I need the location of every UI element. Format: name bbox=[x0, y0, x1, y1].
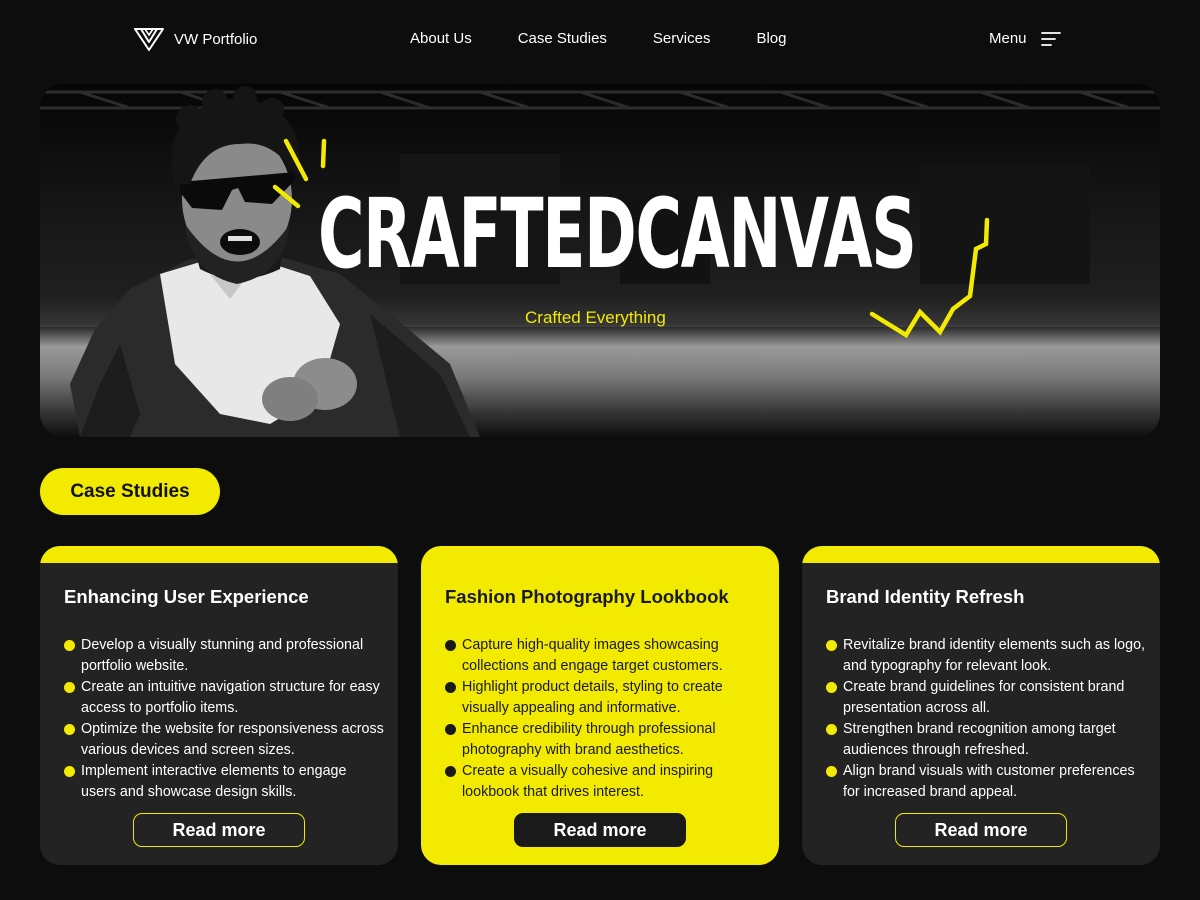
bullet-dot-icon bbox=[64, 682, 75, 693]
list-item: Strengthen brand recognition among targe… bbox=[826, 719, 1146, 761]
case-study-card-fashion-lookbook: Fashion Photography Lookbook Capture hig… bbox=[421, 546, 779, 865]
hamburger-menu-icon bbox=[1040, 31, 1061, 46]
nav-links: About Us Case Studies Services Blog bbox=[410, 30, 786, 47]
bullet-dot-icon bbox=[826, 682, 837, 693]
list-item: Enhance credibility through professional… bbox=[445, 719, 765, 761]
menu-button[interactable]: Menu bbox=[989, 30, 1061, 47]
hero-subtitle: Crafted Everything bbox=[525, 308, 666, 327]
bullet-dot-icon bbox=[826, 640, 837, 651]
card-title: Brand Identity Refresh bbox=[826, 586, 1025, 607]
case-study-card-brand-identity: Brand Identity Refresh Revitalize brand … bbox=[802, 546, 1160, 865]
bullet-dot-icon bbox=[64, 766, 75, 777]
bullet-dot-icon bbox=[445, 724, 456, 735]
card-title: Fashion Photography Lookbook bbox=[445, 586, 729, 607]
nav-link-about-us[interactable]: About Us bbox=[410, 30, 472, 47]
bullet-dot-icon bbox=[445, 766, 456, 777]
bullet-dot-icon bbox=[64, 640, 75, 651]
list-item-text: Enhance credibility through professional… bbox=[462, 721, 716, 758]
list-item-text: Create a visually cohesive and inspiring… bbox=[462, 763, 714, 800]
logo[interactable]: VW Portfolio bbox=[134, 26, 257, 52]
menu-label: Menu bbox=[989, 30, 1027, 47]
nav-link-case-studies[interactable]: Case Studies bbox=[518, 30, 607, 47]
list-item: Optimize the website for responsiveness … bbox=[64, 719, 384, 761]
bullet-dot-icon bbox=[826, 766, 837, 777]
nav-link-blog[interactable]: Blog bbox=[756, 30, 786, 47]
list-item-text: Create brand guidelines for consistent b… bbox=[843, 679, 1125, 716]
list-item-text: Strengthen brand recognition among targe… bbox=[843, 721, 1116, 758]
bullet-dot-icon bbox=[826, 724, 837, 735]
list-item-text: Capture high-quality images showcasing c… bbox=[462, 637, 723, 674]
logo-text: VW Portfolio bbox=[174, 30, 258, 48]
list-item: Revitalize brand identity elements such … bbox=[826, 635, 1146, 677]
card-title: Enhancing User Experience bbox=[64, 586, 309, 607]
top-navigation: VW Portfolio About Us Case Studies Servi… bbox=[0, 0, 1200, 80]
hero-banner: CRAFTEDCANVAS Crafted Everything bbox=[40, 84, 1160, 437]
bullet-dot-icon bbox=[445, 640, 456, 651]
case-studies-heading-pill[interactable]: Case Studies bbox=[40, 468, 220, 515]
list-item-text: Optimize the website for responsiveness … bbox=[81, 721, 384, 758]
nav-link-services[interactable]: Services bbox=[653, 30, 711, 47]
read-more-button[interactable]: Read more bbox=[895, 813, 1067, 847]
list-item: Implement interactive elements to engage… bbox=[64, 761, 384, 803]
list-item: Highlight product details, styling to cr… bbox=[445, 677, 765, 719]
card-bullet-list: Capture high-quality images showcasing c… bbox=[445, 635, 765, 803]
list-item-text: Implement interactive elements to engage… bbox=[81, 763, 347, 800]
list-item: Develop a visually stunning and professi… bbox=[64, 635, 384, 677]
card-bullet-list: Revitalize brand identity elements such … bbox=[826, 635, 1146, 803]
list-item-text: Develop a visually stunning and professi… bbox=[81, 637, 364, 674]
list-item: Align brand visuals with customer prefer… bbox=[826, 761, 1146, 803]
list-item: Capture high-quality images showcasing c… bbox=[445, 635, 765, 677]
list-item-text: Revitalize brand identity elements such … bbox=[843, 637, 1145, 674]
bullet-dot-icon bbox=[445, 682, 456, 693]
list-item-text: Align brand visuals with customer prefer… bbox=[843, 763, 1135, 800]
list-item-text: Create an intuitive navigation structure… bbox=[81, 679, 380, 716]
list-item: Create an intuitive navigation structure… bbox=[64, 677, 384, 719]
card-bullet-list: Develop a visually stunning and professi… bbox=[64, 635, 384, 803]
list-item: Create brand guidelines for consistent b… bbox=[826, 677, 1146, 719]
list-item: Create a visually cohesive and inspiring… bbox=[445, 761, 765, 803]
read-more-button[interactable]: Read more bbox=[514, 813, 686, 847]
bullet-dot-icon bbox=[64, 724, 75, 735]
hero-title: CRAFTEDCANVAS bbox=[318, 178, 917, 290]
case-study-card-user-experience: Enhancing User Experience Develop a visu… bbox=[40, 546, 398, 865]
list-item-text: Highlight product details, styling to cr… bbox=[462, 679, 723, 716]
v-chevron-logo-icon bbox=[134, 28, 164, 51]
read-more-button[interactable]: Read more bbox=[133, 813, 305, 847]
